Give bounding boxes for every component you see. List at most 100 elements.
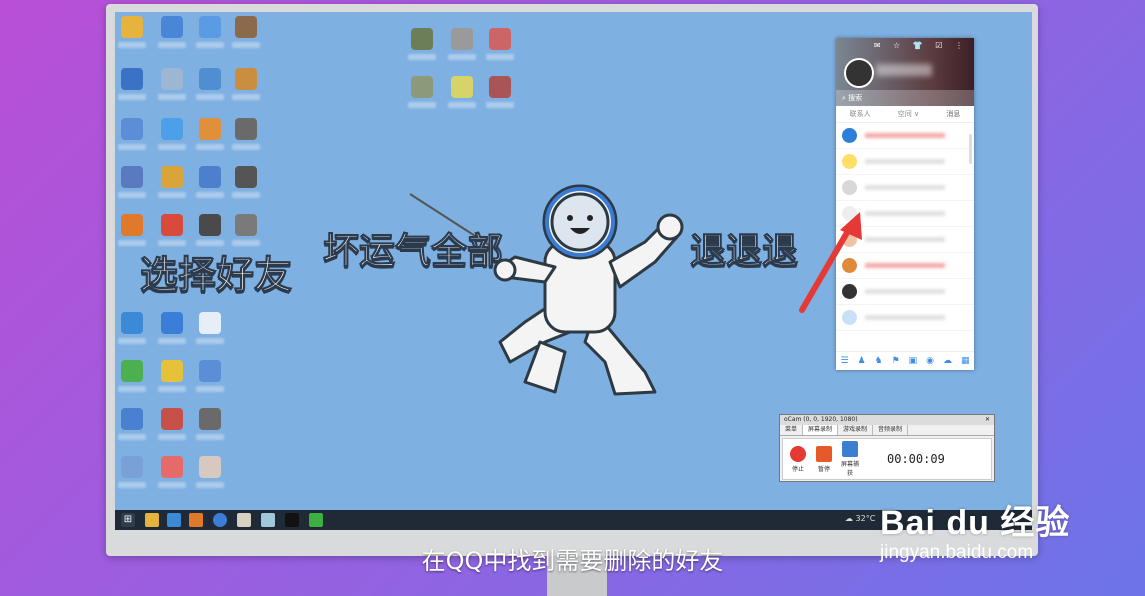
recording-timer: 00:00:09 [887, 452, 945, 466]
desktop-icon[interactable] [411, 28, 433, 50]
tab-qzone[interactable]: 空间 ∨ [898, 106, 919, 122]
tab-audio-record[interactable]: 音频录制 [873, 425, 909, 435]
game-icon[interactable]: ◉ [926, 356, 934, 366]
pinned-app-icon[interactable] [237, 513, 251, 527]
pause-label: 暂停 [817, 465, 830, 473]
desktop-icon[interactable] [199, 166, 221, 188]
desktop-icon[interactable] [199, 16, 221, 38]
apps-grid-icon[interactable]: ▦ [961, 356, 970, 366]
qq-top-icons[interactable]: ✉ ☆ 👕 ☑ ⋮ [874, 41, 968, 50]
callout-select-friend: 选择好友 [139, 253, 293, 298]
desktop-icon[interactable] [199, 118, 221, 140]
weather-widget[interactable]: ☁ 32°C [845, 514, 875, 523]
desktop-icon[interactable] [121, 312, 143, 334]
desktop-icon[interactable] [489, 28, 511, 50]
wechat-icon[interactable] [309, 513, 323, 527]
message-preview-blurred [865, 185, 945, 190]
baidu-logo-text: Bai du 经验 [880, 504, 1071, 542]
tab-screen-record[interactable]: 屏幕录制 [803, 425, 839, 435]
desktop-icon[interactable] [121, 214, 143, 236]
desktop-icon[interactable] [161, 408, 183, 430]
browser-icon[interactable] [213, 513, 227, 527]
desktop-icon[interactable] [489, 76, 511, 98]
desktop-icon[interactable] [121, 68, 143, 90]
qq-main-panel: ✉ ☆ 👕 ☑ ⋮ ⌕ 搜索 联系人 空间 ∨ 消息 ☰ ♟ ♞ ⚑ ▣ ◉ ☁… [836, 38, 974, 370]
stop-icon [790, 445, 806, 462]
conversation-row-selected-friend[interactable] [836, 175, 974, 201]
wallpaper-text-left: 坏运气全部 [322, 231, 504, 273]
ocam-controls: 停止 暂停 屏幕捕获 00:00:09 [782, 438, 992, 480]
qq-scrollbar[interactable] [969, 134, 972, 164]
desktop-icon[interactable] [161, 118, 183, 140]
pinned-app-icon[interactable] [261, 513, 275, 527]
qq-search-input[interactable]: ⌕ 搜索 [836, 90, 974, 106]
close-icon[interactable]: ✕ [985, 415, 990, 425]
desktop-icon[interactable] [235, 16, 257, 38]
qq-user-avatar[interactable] [844, 58, 874, 88]
stop-button[interactable]: 停止 [787, 445, 809, 473]
desktop-icon[interactable] [161, 68, 183, 90]
desktop-icon[interactable] [199, 408, 221, 430]
desktop-icon[interactable] [235, 118, 257, 140]
group-icon[interactable]: ♞ [875, 356, 883, 366]
pinned-app-icon[interactable] [189, 513, 203, 527]
screenshot-button[interactable]: 屏幕捕获 [839, 441, 861, 477]
stop-label: 停止 [791, 465, 804, 473]
desktop-icon[interactable] [199, 312, 221, 334]
desktop-icon[interactable] [121, 360, 143, 382]
qq-bottom-toolbar: ☰ ♟ ♞ ⚑ ▣ ◉ ☁ ▦ [836, 351, 974, 370]
contact-avatar [842, 154, 857, 169]
temperature-text: 32°C [855, 514, 876, 523]
desktop-icon[interactable] [161, 456, 183, 478]
conversation-row[interactable] [836, 123, 974, 149]
desktop-icon[interactable] [411, 76, 433, 98]
tab-game-record[interactable]: 游戏录制 [838, 425, 874, 435]
contacts-icon[interactable]: ♟ [858, 356, 866, 366]
message-preview-blurred [865, 315, 945, 320]
windows-start-icon[interactable]: ⊞ [121, 513, 135, 527]
tab-messages[interactable]: 消息 [946, 106, 960, 122]
cloud-icon[interactable]: ☁ [943, 356, 952, 366]
message-preview-blurred [865, 289, 945, 294]
message-preview-blurred [865, 263, 945, 268]
screenshot-label: 屏幕捕获 [840, 461, 859, 477]
tiktok-icon[interactable] [285, 513, 299, 527]
desktop-icon[interactable] [451, 76, 473, 98]
qq-header: ✉ ☆ 👕 ☑ ⋮ ⌕ 搜索 [836, 38, 974, 106]
conversation-row[interactable] [836, 149, 974, 175]
desktop-icon[interactable] [199, 214, 221, 236]
desktop-icon[interactable] [121, 456, 143, 478]
desktop-icon[interactable] [235, 214, 257, 236]
desktop-icon[interactable] [121, 408, 143, 430]
astronaut-illustration [409, 184, 684, 396]
desktop-icon[interactable] [161, 166, 183, 188]
desktop-icon[interactable] [235, 166, 257, 188]
desktop-icon[interactable] [199, 360, 221, 382]
message-preview-blurred [865, 237, 945, 242]
ocam-title-bar[interactable]: oCam (0, 0, 1920, 1080) ✕ [780, 415, 994, 425]
desktop-icon[interactable] [199, 68, 221, 90]
search-app-icon[interactable] [167, 513, 181, 527]
desktop-icon[interactable] [161, 312, 183, 334]
tab-contacts[interactable]: 联系人 [850, 106, 871, 122]
menu-icon[interactable]: ☰ [840, 356, 848, 366]
desktop-icon[interactable] [121, 118, 143, 140]
file-explorer-icon[interactable] [145, 513, 159, 527]
tab-menu[interactable]: 菜单 [780, 425, 804, 435]
qq-search-placeholder: 搜索 [848, 94, 863, 102]
desktop-icon[interactable] [121, 16, 143, 38]
monitor-icon [842, 441, 858, 457]
file-icon[interactable]: ▣ [909, 356, 918, 366]
pause-button[interactable]: 暂停 [813, 445, 835, 473]
desktop-icon[interactable] [161, 16, 183, 38]
desktop-icon[interactable] [121, 166, 143, 188]
desktop-icon[interactable] [451, 28, 473, 50]
desktop-icon[interactable] [199, 456, 221, 478]
message-preview-blurred [865, 159, 945, 164]
flag-icon[interactable]: ⚑ [892, 356, 900, 366]
ocam-recorder-window: oCam (0, 0, 1920, 1080) ✕ 菜单 屏幕录制 游戏录制 音频… [779, 414, 995, 482]
desktop-icon[interactable] [161, 214, 183, 236]
desktop-icon[interactable] [235, 68, 257, 90]
qq-tabs: 联系人 空间 ∨ 消息 [836, 106, 974, 123]
desktop-icon[interactable] [161, 360, 183, 382]
